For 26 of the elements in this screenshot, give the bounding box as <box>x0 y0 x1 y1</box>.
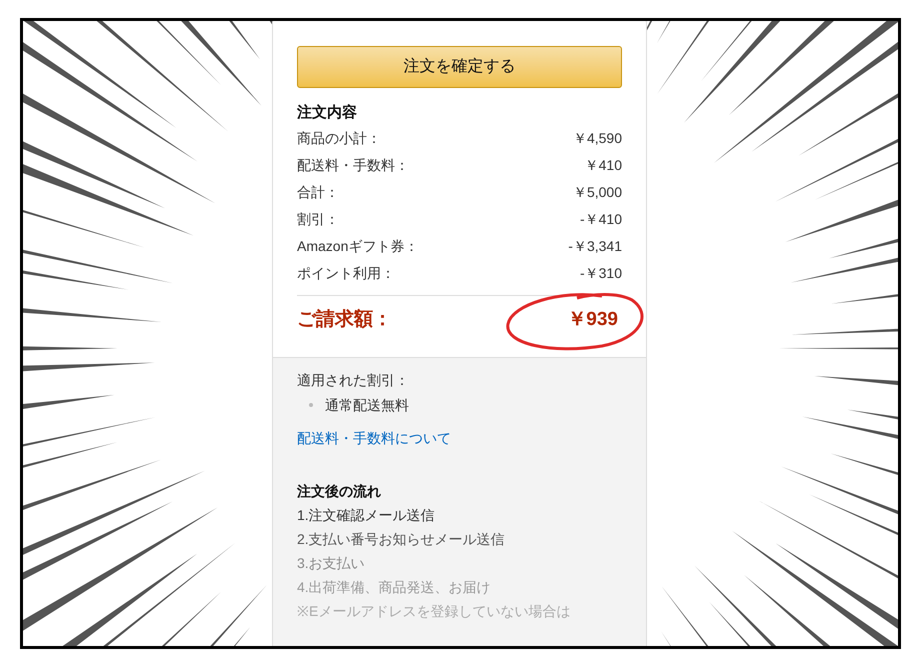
summary-label: ポイント利用： <box>297 264 395 282</box>
summary-value: ￥410 <box>584 156 622 174</box>
place-order-button[interactable]: 注文を確定する <box>297 46 622 88</box>
summary-value: -￥3,341 <box>568 236 622 256</box>
summary-label: Amazonギフト券： <box>297 236 418 256</box>
summary-value: ￥5,000 <box>572 182 622 202</box>
flow-step: 3.お支払い <box>297 552 365 574</box>
summary-label: 配送料・手数料： <box>297 156 409 174</box>
bullet-icon <box>309 403 313 407</box>
shipping-fee-link[interactable]: 配送料・手数料について <box>297 428 451 448</box>
flow-step: 1.注文確認メール送信 <box>297 504 435 526</box>
summary-value: ￥4,590 <box>572 128 622 148</box>
summary-label: 割引： <box>297 210 339 228</box>
flow-step: ※Eメールアドレスを登録していない場合は <box>297 600 570 622</box>
summary-value: -￥310 <box>580 264 622 282</box>
flow-title: 注文後の流れ <box>297 482 382 500</box>
summary-title: 注文内容 <box>297 103 358 123</box>
summary-label: 合計： <box>297 182 339 202</box>
discount-item: 通常配送無料 <box>325 396 409 414</box>
total-label: ご請求額： <box>297 308 392 332</box>
flow-step: 4.出荷準備、商品発送、お届け <box>297 576 491 598</box>
summary-value: -￥410 <box>580 210 622 228</box>
flow-step: 2.支払い番号お知らせメール送信 <box>297 528 505 550</box>
summary-label: 商品の小計： <box>297 128 381 148</box>
total-value: ￥939 <box>567 308 619 332</box>
discounts-title: 適用された割引： <box>297 370 410 390</box>
